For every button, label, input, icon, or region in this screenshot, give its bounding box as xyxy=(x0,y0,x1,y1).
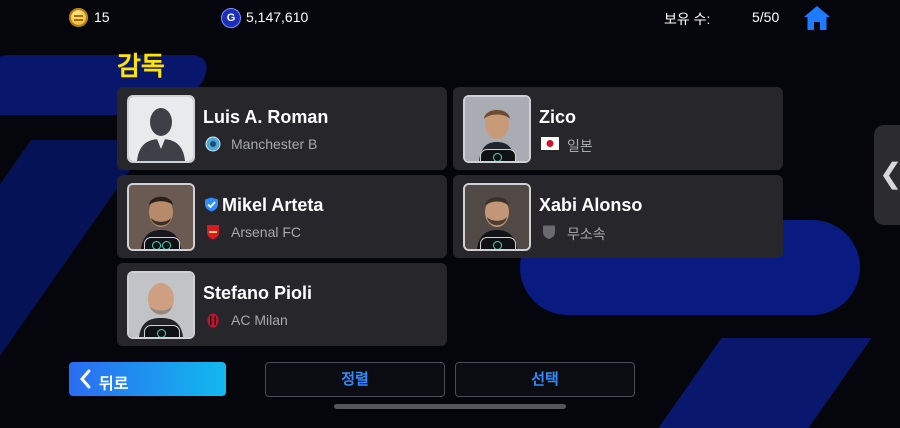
skill-badge xyxy=(144,237,180,249)
gp-icon: G xyxy=(221,8,241,28)
coach-portrait xyxy=(127,271,195,339)
chevron-left-icon xyxy=(80,369,91,389)
background-stripe xyxy=(658,338,872,428)
home-indicator[interactable] xyxy=(334,404,566,409)
coach-team: 무소속 xyxy=(567,226,606,242)
coach-name: Luis A. Roman xyxy=(203,107,329,127)
coach-portrait xyxy=(463,95,531,163)
coach-card[interactable]: Stefano Pioli AC Milan xyxy=(117,263,447,346)
sort-button[interactable]: 정렬 xyxy=(265,362,445,397)
coin-icon xyxy=(69,8,88,27)
back-button-label: 뒤로 xyxy=(99,376,129,393)
gp-balance: 5,147,610 xyxy=(246,9,309,25)
coach-portrait xyxy=(127,183,195,251)
coach-card[interactable]: Mikel Arteta Arsenal FC xyxy=(117,175,447,258)
owned-count-label: 보유 수: xyxy=(664,11,711,27)
skill-icon xyxy=(157,329,166,337)
ac-milan-crest-icon xyxy=(205,312,221,328)
home-icon[interactable] xyxy=(803,5,831,31)
coach-name: Stefano Pioli xyxy=(203,283,313,303)
coach-name: Xabi Alonso xyxy=(539,195,643,215)
coach-card[interactable]: Zico 일본 xyxy=(453,87,783,170)
skill-badge xyxy=(144,325,180,337)
coach-name: Mikel Arteta xyxy=(222,195,324,215)
coin-balance: 15 xyxy=(94,9,110,25)
owned-count-value: 5/50 xyxy=(752,9,780,25)
manchester-b-crest-icon xyxy=(205,136,221,152)
coach-team: Arsenal FC xyxy=(231,224,302,240)
coach-portrait xyxy=(463,183,531,251)
skill-icon xyxy=(152,241,161,249)
coach-card[interactable]: Luis A. Roman Manchester B xyxy=(117,87,447,170)
chevron-left-icon: ❮ xyxy=(879,157,900,190)
skill-icon xyxy=(493,153,502,161)
japan-flag-icon xyxy=(541,136,559,152)
side-panel-toggle[interactable]: ❮ xyxy=(874,125,900,225)
coach-team: AC Milan xyxy=(231,312,288,328)
coach-name: Zico xyxy=(539,107,577,127)
select-button[interactable]: 선택 xyxy=(455,362,635,397)
top-bar: 15 G 5,147,610 보유 수: 5/50 xyxy=(0,0,900,36)
back-button[interactable]: 뒤로 xyxy=(69,362,226,396)
skill-icon xyxy=(162,241,171,249)
verified-icon xyxy=(204,197,219,212)
page-title: 감독 xyxy=(117,51,165,81)
coach-portrait xyxy=(127,95,195,163)
skill-icon xyxy=(493,241,502,249)
skill-badge xyxy=(480,149,516,161)
coach-team: 일본 xyxy=(567,138,593,154)
coach-card[interactable]: Xabi Alonso 무소속 xyxy=(453,175,783,258)
arsenal-crest-icon xyxy=(205,224,221,240)
skill-badge xyxy=(480,237,516,249)
free-agent-shield-icon xyxy=(541,224,557,240)
coach-team: Manchester B xyxy=(231,136,318,152)
